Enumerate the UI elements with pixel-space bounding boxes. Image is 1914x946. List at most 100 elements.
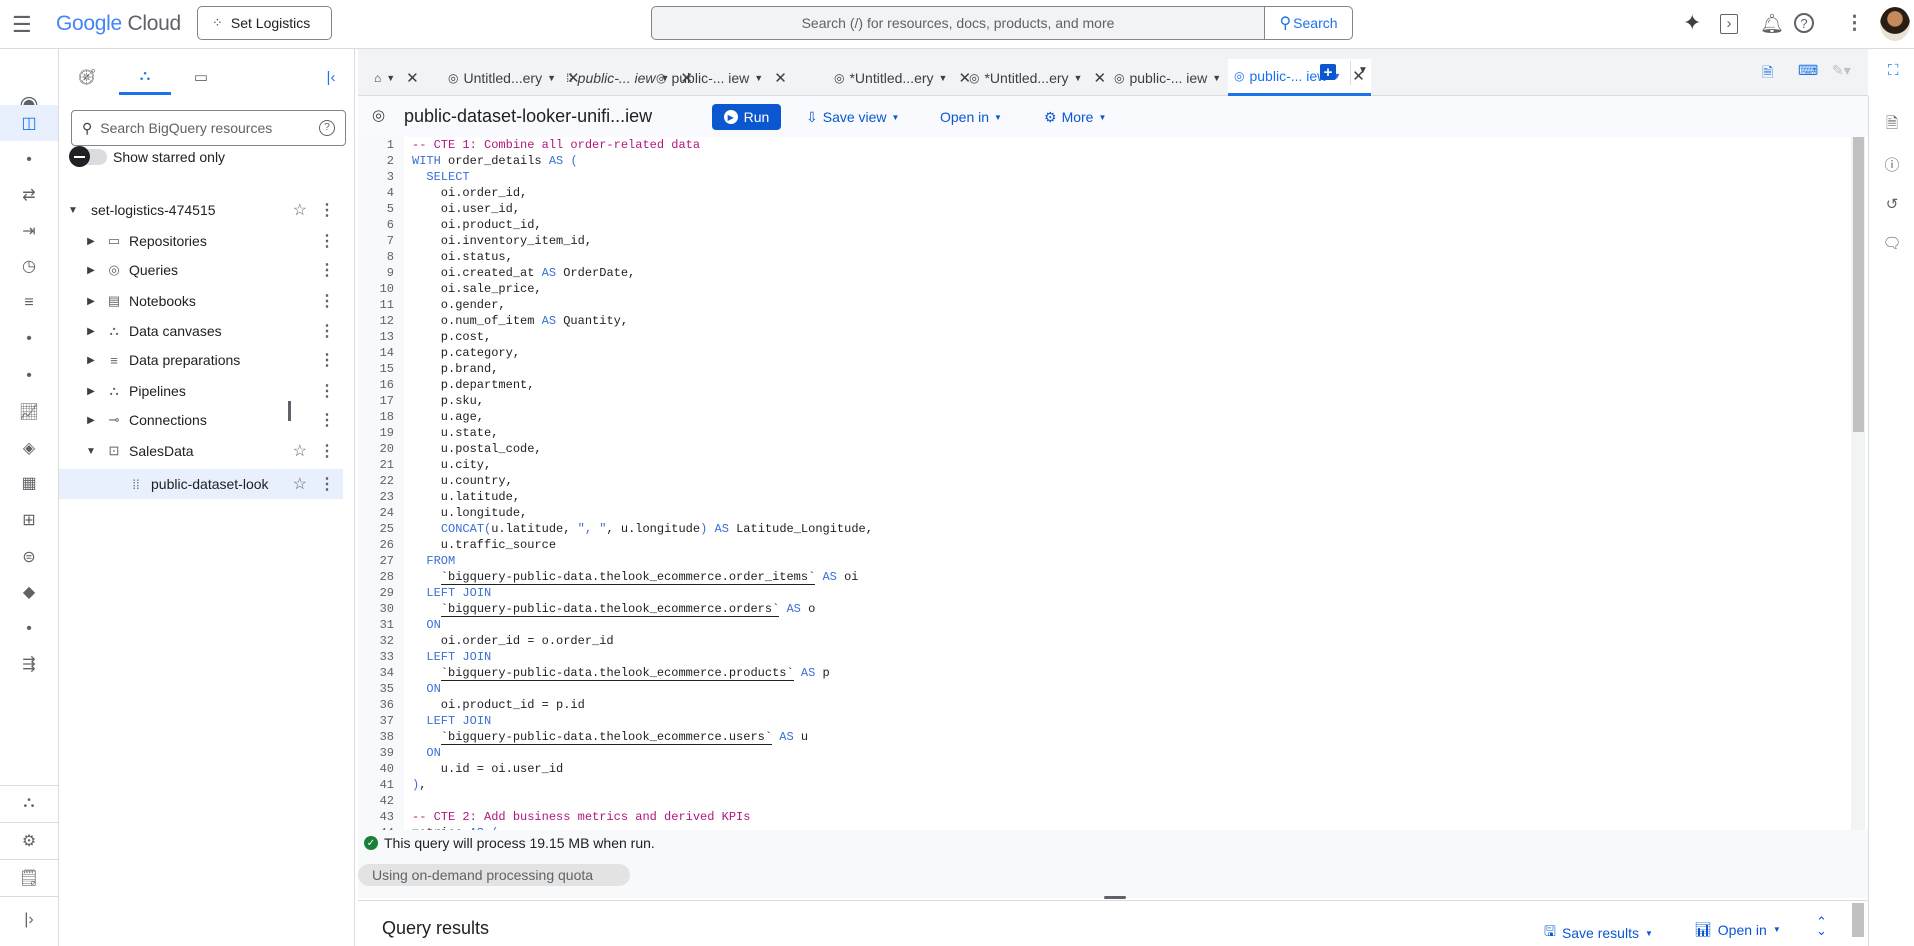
close-tab-icon[interactable]: ✕: [1093, 69, 1106, 87]
tree-item[interactable]: ▶ ◎ Queries ⋮: [59, 255, 343, 285]
star-icon[interactable]: ☆: [293, 441, 307, 461]
nav-partner-icon[interactable]: ⊞: [0, 505, 58, 535]
tree-item[interactable]: ▶ ⛬ Data canvases ⋮: [59, 316, 343, 346]
more-vert-icon[interactable]: ⋮: [319, 381, 335, 401]
tab-dropdown-icon[interactable]: ▼: [1074, 73, 1083, 83]
quota-chip[interactable]: Using on-demand processing quota: [358, 864, 630, 886]
repositories-tab-icon[interactable]: ▭: [179, 59, 223, 95]
nav-dashboard-icon[interactable]: ▦: [0, 468, 58, 498]
more-vert-icon[interactable]: ⋮: [319, 441, 335, 461]
new-tab-plus-icon[interactable]: +: [1320, 64, 1336, 81]
query-schedule-icon[interactable]: 🗎: [1762, 62, 1773, 86]
tree-item[interactable]: ▶ ⛬ Pipelines ⋮: [59, 376, 343, 406]
more-vert-icon[interactable]: ⋮: [319, 231, 335, 251]
expand-collapse-icon[interactable]: ⌃ ⌄: [1816, 915, 1827, 937]
caret-right-icon[interactable]: ▶: [85, 415, 97, 426]
toggle-switch[interactable]: [69, 146, 107, 167]
tree-item[interactable]: ▶ ▤ Notebooks ⋮: [59, 286, 343, 316]
collapse-panel-icon[interactable]: |‹: [309, 59, 353, 95]
caret-right-icon[interactable]: ▶: [85, 296, 97, 307]
show-starred-toggle[interactable]: Show starred only: [69, 146, 225, 167]
editor-scrollbar[interactable]: [1851, 137, 1865, 830]
star-icon[interactable]: ☆: [293, 200, 307, 220]
tree-item[interactable]: ▶ ⊸ Connections ⋮: [59, 405, 343, 435]
more-vert-icon[interactable]: ⋮: [319, 321, 335, 341]
format-pen-icon[interactable]: ✎▾: [1832, 62, 1851, 79]
more-vert-icon[interactable]: ⋮: [319, 291, 335, 311]
nav-scheduled-icon[interactable]: ⇥: [0, 216, 58, 246]
results-open-in-button[interactable]: 📊︎ Open in ▼: [1694, 921, 1781, 938]
caret-right-icon[interactable]: ▶: [85, 236, 97, 247]
more-vert-icon[interactable]: ⋮: [319, 260, 335, 280]
global-search[interactable]: Search (/) for resources, docs, products…: [651, 6, 1353, 40]
more-vert-icon[interactable]: ⋮: [1845, 12, 1864, 35]
nav-workload-icon[interactable]: ≡: [0, 288, 58, 318]
save-results-button[interactable]: 🖫︎ Save results ▼: [1544, 921, 1653, 945]
caret-right-icon[interactable]: ▶: [85, 326, 97, 337]
more-vert-icon[interactable]: ⋮: [319, 200, 335, 220]
project-picker-button[interactable]: ⁘ Set Logistics: [197, 6, 332, 40]
tab-dropdown-icon[interactable]: ▼: [547, 73, 556, 83]
panel-resize-handle[interactable]: [288, 401, 291, 421]
tree-item[interactable]: ▼ set-logistics-474515 ☆ ⋮: [59, 195, 343, 225]
tree-item[interactable]: ▶ ≡ Data preparations ⋮: [59, 345, 343, 375]
open-in-button[interactable]: Open in ▼: [940, 104, 1002, 130]
notifications-bell-icon[interactable]: 🔔︎: [1760, 12, 1784, 36]
help-icon[interactable]: ?: [319, 120, 335, 136]
tab-dropdown-icon[interactable]: ▼: [1212, 73, 1221, 83]
gemini-sparkle-icon[interactable]: ✦: [1683, 10, 1701, 36]
expand-rail-icon[interactable]: |›: [0, 905, 58, 935]
cloud-shell-icon[interactable]: ›: [1720, 14, 1738, 34]
tab-dropdown-icon[interactable]: ▼: [939, 73, 948, 83]
editor-tab[interactable]: ⌂ ▼ ✕: [368, 59, 425, 96]
results-scrollbar-thumb[interactable]: [1852, 903, 1864, 937]
nav-dot-icon[interactable]: •: [0, 145, 58, 175]
more-vert-icon[interactable]: ⋮: [319, 474, 335, 494]
caret-down-icon[interactable]: ▼: [67, 205, 79, 216]
nav-dot-icon[interactable]: •: [0, 614, 58, 644]
tab-dropdown-icon[interactable]: ▼: [754, 73, 763, 83]
more-vert-icon[interactable]: ⋮: [319, 410, 335, 430]
global-search-input[interactable]: Search (/) for resources, docs, products…: [652, 7, 1264, 39]
info-icon[interactable]: ⓘ: [1869, 149, 1914, 179]
tab-list-dropdown-icon[interactable]: ▼: [1358, 65, 1368, 76]
nav-chat-icon[interactable]: ⊜: [0, 542, 58, 572]
help-icon[interactable]: ?: [1794, 13, 1814, 33]
query-title[interactable]: public-dataset-looker-unifi...iew: [404, 106, 652, 127]
star-icon[interactable]: ☆: [293, 474, 307, 494]
nav-studio-icon[interactable]: ◫: [0, 105, 58, 141]
nav-explore-icon[interactable]: ◈: [0, 433, 58, 463]
tree-item[interactable]: ▶ ▭ Repositories ⋮: [59, 226, 343, 256]
nav-monitoring-icon[interactable]: 📈︎: [0, 397, 58, 427]
explore-tab-icon[interactable]: 🧭︎: [65, 59, 109, 95]
query-details-icon[interactable]: 🗎: [1869, 110, 1914, 140]
save-view-button[interactable]: ⇩ Save view ▼: [806, 104, 899, 130]
caret-right-icon[interactable]: ▶: [85, 355, 97, 366]
nav-governance-icon[interactable]: ◆: [0, 577, 58, 607]
keyboard-icon[interactable]: ⌨: [1798, 62, 1818, 79]
run-button[interactable]: ▶ Run: [712, 104, 781, 130]
editor-tab[interactable]: ◎ *Untitled...ery ▼ ✕: [963, 59, 1112, 96]
close-tab-icon[interactable]: ✕: [406, 69, 419, 87]
caret-right-icon[interactable]: ▶: [85, 265, 97, 276]
nav-migration-icon[interactable]: ⇶: [0, 649, 58, 679]
version-history-icon[interactable]: ↺: [1869, 189, 1914, 219]
google-cloud-logo[interactable]: Google Cloud: [56, 12, 181, 36]
nav-pipelines-icon[interactable]: ⛬: [0, 788, 58, 818]
editor-tab[interactable]: ◎ public-... iew ▼ ✕: [650, 59, 793, 96]
nav-dot-icon[interactable]: •: [0, 324, 58, 354]
caret-right-icon[interactable]: ▶: [85, 386, 97, 397]
nav-transfers-icon[interactable]: ⇄: [0, 180, 58, 210]
user-avatar[interactable]: [1880, 7, 1910, 41]
search-button[interactable]: ⚲ Search: [1264, 7, 1352, 39]
editor-tab[interactable]: ◎ *Untitled...ery ▼ ✕: [828, 59, 977, 96]
close-tab-icon[interactable]: ✕: [774, 69, 787, 87]
tree-item[interactable]: ⁞⁞ public-dataset-look ☆ ⋮: [59, 469, 343, 499]
editor-scrollbar-thumb[interactable]: [1853, 137, 1864, 432]
nav-history-icon[interactable]: ◷: [0, 251, 58, 281]
nav-settings-icon[interactable]: ⚙: [0, 826, 58, 856]
fullscreen-icon[interactable]: ⛶: [1888, 62, 1899, 79]
explorer-search-input[interactable]: ⚲ Search BigQuery resources ?: [71, 110, 346, 146]
more-vert-icon[interactable]: ⋮: [319, 350, 335, 370]
classic-explorer-tab-icon[interactable]: ⛬: [119, 59, 171, 95]
